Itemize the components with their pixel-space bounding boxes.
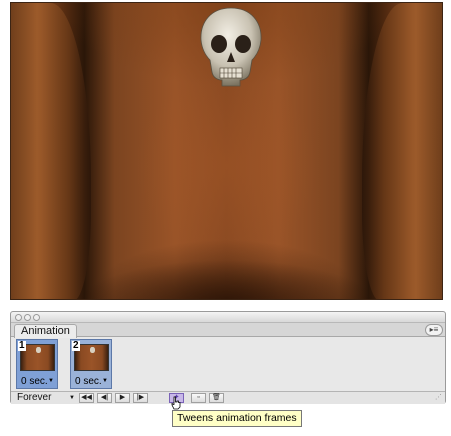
skull-image [200,7,262,87]
frame-delay[interactable]: 0 sec. [21,376,48,387]
chevron-down-icon[interactable]: ▼ [102,378,108,384]
first-frame-icon[interactable]: ◀◀ [79,393,94,403]
animation-palette: Animation ▸≡ 1 0 sec. ▼ 2 0 sec. ▼ Forev… [10,311,446,404]
palette-titlebar[interactable] [11,312,445,323]
frame-number: 1 [18,340,26,351]
loop-options-select[interactable]: Forever ▼ [17,393,75,403]
zoom-icon[interactable] [33,314,40,321]
animation-frame-2[interactable]: 2 0 sec. ▼ [70,339,112,389]
resize-grip-icon[interactable]: ⋰ [435,394,443,402]
animation-controls: Forever ▼ ◀◀ ◀| ▶ |▶ ✦ ▫ 🗑 ⋰ [11,391,445,404]
frame-delay[interactable]: 0 sec. [75,376,102,387]
play-icon[interactable]: ▶ [115,393,130,403]
chevron-down-icon[interactable]: ▼ [48,378,54,384]
palette-menu-button[interactable]: ▸≡ [425,324,443,336]
loop-option-label: Forever [17,392,52,403]
duplicate-frame-icon[interactable]: ▫ [191,393,206,403]
animation-frame-1[interactable]: 1 0 sec. ▼ [16,339,58,389]
frame-number: 2 [72,340,80,351]
tab-animation[interactable]: Animation [14,324,77,338]
trash-icon[interactable]: 🗑 [209,393,224,403]
chevron-down-icon: ▼ [69,395,75,401]
close-icon[interactable] [15,314,22,321]
tooltip: Tweens animation frames [172,410,302,427]
previous-frame-icon[interactable]: ◀| [97,393,112,403]
next-frame-icon[interactable]: |▶ [133,393,148,403]
hand-cursor-icon [171,396,181,410]
minimize-icon[interactable] [24,314,31,321]
